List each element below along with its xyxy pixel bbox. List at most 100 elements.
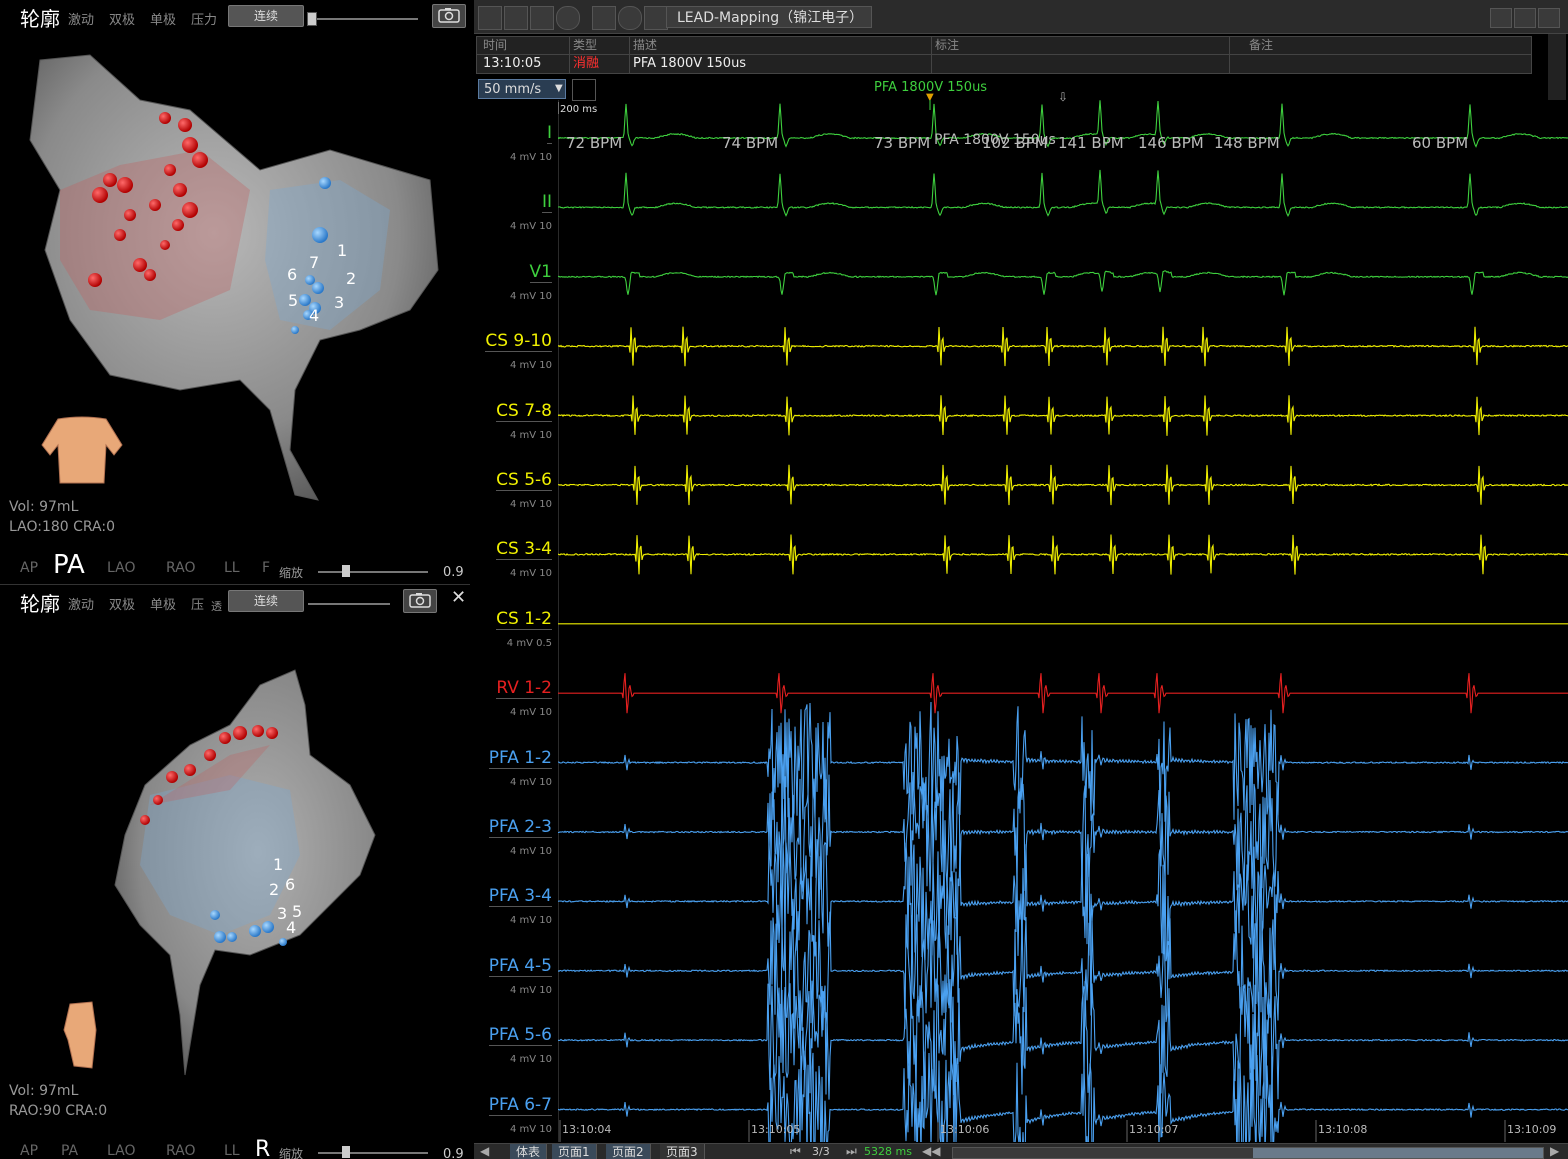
- channel-label[interactable]: I: [546, 123, 552, 144]
- channel-scale: 4 mV 10: [509, 846, 552, 857]
- electrode-label: 4: [309, 306, 319, 325]
- zoom-slider[interactable]: [318, 571, 428, 573]
- zoom-value: 0.9: [443, 565, 464, 580]
- tab-page1[interactable]: 页面1: [552, 1144, 597, 1159]
- tool-icon-window[interactable]: [1514, 8, 1536, 28]
- orientation-readout: LAO:180 CRA:0: [9, 519, 116, 535]
- option-activation[interactable]: 激动: [68, 9, 94, 28]
- first-page-icon[interactable]: ⏮: [790, 1144, 801, 1159]
- chevron-down-icon[interactable]: ▼: [555, 83, 563, 94]
- electrode-label: 2: [346, 269, 356, 288]
- app-title: LEAD-Mapping（锦江电子）: [666, 6, 872, 28]
- option-bipolar[interactable]: 双极: [109, 9, 135, 28]
- waveform-trace: [558, 534, 1568, 575]
- channel-scale: 4 mV 10: [509, 152, 552, 163]
- ecg-waveform-area[interactable]: 200 ms 13:10:04 13:10:05 13:10:06 13:10:07 13…: [558, 100, 1568, 1142]
- event-table[interactable]: 时间 类型 描述 标注 备注 13:10:05 消融 PFA 1800V 150…: [476, 36, 1532, 74]
- option-pressure[interactable]: 压力: [191, 9, 217, 28]
- view-ll[interactable]: LL: [224, 560, 240, 576]
- opacity-slider[interactable]: [308, 18, 418, 20]
- map-view-top[interactable]: 轮廓 激动 双极 单极 压力 连续 1 2 3 4 5 6 7 Vol: 97m…: [0, 0, 470, 585]
- last-page-icon[interactable]: ⏭: [846, 1144, 857, 1159]
- channel-label[interactable]: PFA 1-2: [488, 748, 552, 769]
- view-lao[interactable]: LAO: [107, 560, 135, 576]
- view-title: 轮廓: [20, 592, 60, 616]
- refresh-icon[interactable]: [618, 6, 642, 30]
- timeline-scrollbar[interactable]: [952, 1147, 1544, 1159]
- channel-label[interactable]: V1: [529, 262, 552, 283]
- view-pa[interactable]: PA: [61, 1143, 78, 1159]
- rewind-icon[interactable]: ◀◀: [922, 1144, 940, 1158]
- scale-tool-icon[interactable]: [572, 79, 596, 101]
- zoom-slider[interactable]: [318, 1152, 428, 1154]
- channel-label[interactable]: II: [541, 192, 552, 214]
- zoom-value: 0.9: [443, 1147, 464, 1159]
- channel-labels: I 4 mV 10 II 4 mV 10 V1 4 mV 10 CS 9-10 4 mV 10…: [474, 100, 558, 1142]
- zoom-slider-knob[interactable]: [342, 565, 350, 577]
- tool-icon-5[interactable]: [592, 6, 616, 30]
- view-lao[interactable]: LAO: [107, 1143, 135, 1159]
- torso-orientation-icon: [63, 1001, 97, 1069]
- snowflake-icon[interactable]: [644, 6, 668, 30]
- window-restore-icon[interactable]: [1490, 8, 1512, 28]
- continuous-button[interactable]: 连续: [228, 5, 304, 27]
- view-ap[interactable]: AP: [20, 560, 38, 576]
- channel-label[interactable]: RV 1-2: [496, 678, 552, 700]
- waveform-trace: [558, 673, 1568, 714]
- view-rao[interactable]: RAO: [166, 1143, 196, 1159]
- view-pa-selected[interactable]: PA: [53, 550, 85, 580]
- opacity-slider-knob[interactable]: [307, 12, 317, 26]
- channel-scale: 4 mV 10: [509, 360, 552, 372]
- camera-icon[interactable]: [403, 589, 437, 613]
- channel-label[interactable]: PFA 6-7: [488, 1095, 552, 1116]
- zoom-slider-knob[interactable]: [342, 1146, 350, 1158]
- electrode-label: 5: [288, 291, 298, 310]
- electrode-label: 6: [285, 875, 295, 894]
- channel-label[interactable]: CS 1-2: [496, 609, 552, 630]
- channel-label[interactable]: CS 3-4: [496, 539, 552, 561]
- view-r-selected[interactable]: R: [255, 1137, 270, 1159]
- opacity-slider[interactable]: [308, 603, 390, 605]
- option-transparency[interactable]: 透: [211, 598, 222, 614]
- event-type[interactable]: 消融: [573, 55, 599, 73]
- view-f[interactable]: F: [262, 560, 270, 576]
- view-ap[interactable]: AP: [20, 1143, 38, 1159]
- expand-icon[interactable]: [1538, 8, 1560, 28]
- channel-label[interactable]: CS 7-8: [496, 401, 552, 422]
- tool-icon-1[interactable]: [478, 6, 502, 30]
- option-pressure[interactable]: 压: [191, 594, 204, 613]
- channel-label[interactable]: CS 5-6: [496, 470, 552, 491]
- scroll-right-icon[interactable]: ▶: [1550, 1144, 1559, 1158]
- event-table-scrollbar[interactable]: [1548, 34, 1566, 100]
- tab-page3[interactable]: 页面3: [660, 1144, 705, 1159]
- grid-icon[interactable]: [530, 6, 554, 30]
- channel-label[interactable]: CS 9-10: [485, 331, 552, 353]
- scroll-left-icon[interactable]: ◀: [480, 1144, 489, 1158]
- heart-rate-label: 146 BPM: [1138, 134, 1204, 152]
- electrode-label: 7: [309, 253, 319, 272]
- option-bipolar[interactable]: 双极: [109, 594, 135, 613]
- sweep-speed-select[interactable]: 50 mm/s: [478, 79, 566, 99]
- view-ll[interactable]: LL: [224, 1143, 240, 1159]
- option-unipolar[interactable]: 单极: [150, 9, 176, 28]
- option-activation[interactable]: 激动: [68, 594, 94, 613]
- close-icon[interactable]: ✕: [451, 587, 466, 608]
- continuous-button[interactable]: 连续: [228, 590, 304, 612]
- channel-label[interactable]: PFA 2-3: [488, 817, 552, 838]
- tab-body-surface[interactable]: 体表: [510, 1144, 548, 1159]
- channel-label[interactable]: PFA 4-5: [488, 956, 552, 977]
- event-description[interactable]: PFA 1800V 150us: [633, 55, 746, 73]
- tab-page2[interactable]: 页面2: [606, 1144, 651, 1159]
- tool-icon-2[interactable]: [504, 6, 528, 30]
- pause-icon[interactable]: [556, 6, 580, 30]
- event-time[interactable]: 13:10:05: [483, 55, 541, 73]
- zoom-label: 缩放: [279, 1147, 304, 1159]
- option-unipolar[interactable]: 单极: [150, 594, 176, 613]
- channel-label[interactable]: PFA 3-4: [488, 886, 552, 908]
- camera-icon[interactable]: [432, 4, 466, 28]
- view-rao[interactable]: RAO: [166, 560, 196, 576]
- channel-label[interactable]: PFA 5-6: [488, 1025, 552, 1047]
- map-view-bottom[interactable]: 轮廓 激动 双极 单极 压 透 连续 ✕ 1 2 6 3 5 4 Vol: 97…: [0, 585, 470, 1159]
- timeline-scroll-thumb[interactable]: [1253, 1148, 1543, 1158]
- heart-rate-label: 72 BPM: [566, 134, 622, 152]
